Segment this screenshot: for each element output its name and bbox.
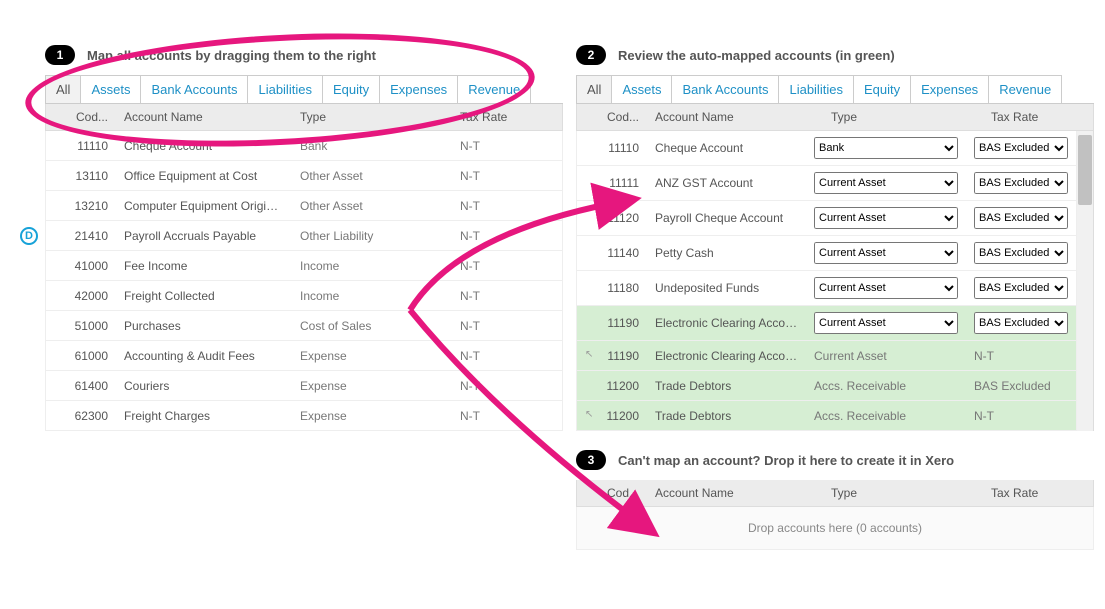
type-select[interactable]: Current AssetBankCurrent AssetNon-Curren… [814,312,958,334]
col-tax: Tax Rate [452,104,562,130]
row-marker: D [20,227,38,245]
tab-bank-accounts[interactable]: Bank Accounts [671,75,779,103]
cell-tax: BAS ExcludedN-T [966,201,1076,235]
type-select[interactable]: Current AssetBankCurrent AssetNon-Curren… [814,172,958,194]
cell-name: Cheque Account [116,133,292,159]
cell-type: BankBankCurrent AssetNon-Current AssetAc… [806,131,966,165]
tab-revenue[interactable]: Revenue [988,75,1062,103]
cell-code: 41000 [46,253,116,279]
scroll-thumb[interactable] [1078,135,1092,205]
cell-type: Current AssetBankCurrent AssetNon-Curren… [806,201,966,235]
tab-revenue[interactable]: Revenue [457,75,531,103]
cell-tax: BAS ExcludedN-T [966,166,1076,200]
tab-all[interactable]: All [45,75,81,103]
col-name: Account Name [116,104,292,130]
cell-type: Current AssetBankCurrent AssetNon-Curren… [806,271,966,305]
cell-type: Accs. Receivable [806,373,966,399]
col-code: Cod... [46,104,116,130]
cell-code: 13110 [46,163,116,189]
tab-equity[interactable]: Equity [853,75,911,103]
col-code: Cod... [577,104,647,130]
col-name: Account Name [647,104,823,130]
type-select[interactable]: Current AssetBankCurrent AssetNon-Curren… [814,242,958,264]
cell-code: 21410 [46,223,116,249]
cell-type: Accs. Receivable [806,403,966,429]
cell-code: 61000 [46,343,116,369]
cell-name: Accounting & Audit Fees [116,343,292,369]
tab-bank-accounts[interactable]: Bank Accounts [140,75,248,103]
cell-name: Computer Equipment Original Co [116,193,292,219]
tab-liabilities[interactable]: Liabilities [778,75,853,103]
type-select[interactable]: Current AssetBankCurrent AssetNon-Curren… [814,277,958,299]
cell-type: Current Asset [806,343,966,369]
cell-tax: N-T [966,343,1076,369]
left-column-headers: Cod... Account Name Type Tax Rate [45,104,563,131]
table-row[interactable]: 11110Cheque Account BankBankCurrent Asset… [577,131,1076,166]
col-type: Type [823,480,983,506]
cell-name: Freight Charges [116,403,292,429]
cell-name: Freight Collected [116,283,292,309]
cell-type: Current AssetBankCurrent AssetNon-Curren… [806,166,966,200]
col-tax: Tax Rate [983,480,1093,506]
cell-code: 42000 [46,283,116,309]
cell-name: Office Equipment at Cost [116,163,292,189]
cell-type: Current AssetBankCurrent AssetNon-Curren… [806,236,966,270]
table-row[interactable]: 13110Office Equipment at CostOther Asset… [46,161,562,191]
cell-name: Payroll Accruals Payable [116,223,292,249]
cell-code: 61400 [46,373,116,399]
cell-type: Other Asset [292,163,452,189]
right-column-headers: Cod... Account Name Type Tax Rate [576,104,1094,131]
cell-tax: N-T [452,163,562,189]
cell-tax: N-T [966,403,1076,429]
col-type: Type [292,104,452,130]
tax-select[interactable]: BAS ExcludedN-T [974,172,1068,194]
tab-expenses[interactable]: Expenses [379,75,458,103]
cell-name: Fee Income [116,253,292,279]
cell-name: Cheque Account [647,135,806,161]
tab-expenses[interactable]: Expenses [910,75,989,103]
right-title: Review the auto-mapped accounts (in gree… [618,48,895,63]
right-tabs: AllAssetsBank AccountsLiabilitiesEquityE… [576,75,1094,104]
left-tabs: AllAssetsBank AccountsLiabilitiesEquityE… [45,75,563,104]
step-badge-1: 1 [45,45,75,65]
tax-select[interactable]: BAS ExcludedN-T [974,207,1068,229]
cell-tax: BAS ExcludedN-T [966,236,1076,270]
type-select[interactable]: Current AssetBankCurrent AssetNon-Curren… [814,207,958,229]
tab-assets[interactable]: Assets [611,75,672,103]
tax-select[interactable]: BAS ExcludedN-T [974,277,1068,299]
tab-equity[interactable]: Equity [322,75,380,103]
tax-select[interactable]: BAS ExcludedN-T [974,312,1068,334]
cell-name: Payroll Cheque Account [647,205,806,231]
step-badge-2: 2 [576,45,606,65]
cell-tax: BAS ExcludedN-T [966,131,1076,165]
tab-assets[interactable]: Assets [80,75,141,103]
cell-name: Couriers [116,373,292,399]
scrollbar[interactable] [1077,131,1093,431]
cell-type: Bank [292,133,452,159]
tab-liabilities[interactable]: Liabilities [247,75,322,103]
cell-name: ANZ GST Account [647,170,806,196]
annotation-arrow-2 [400,300,680,550]
cell-name: Petty Cash [647,240,806,266]
cell-tax: BAS ExcludedN-T [966,306,1076,340]
left-title: Map all accounts by dragging them to the… [87,48,376,63]
table-row[interactable]: 11110Cheque AccountBankN-T [46,131,562,161]
cell-code: 62300 [46,403,116,429]
cell-tax: BAS Excluded [966,373,1076,399]
tab-all[interactable]: All [576,75,612,103]
col-tax: Tax Rate [983,104,1093,130]
cell-code: 11110 [577,135,647,161]
tax-select[interactable]: BAS ExcludedN-T [974,242,1068,264]
cell-code: 51000 [46,313,116,339]
cell-tax: BAS ExcludedN-T [966,271,1076,305]
cell-tax: N-T [452,133,562,159]
tax-select[interactable]: BAS ExcludedN-T [974,137,1068,159]
cell-name: Undeposited Funds [647,275,806,301]
cell-name: Purchases [116,313,292,339]
cell-code: 11110 [46,133,116,159]
col-type: Type [823,104,983,130]
type-select[interactable]: BankBankCurrent AssetNon-Current AssetAc… [814,137,958,159]
cell-code: 13210 [46,193,116,219]
cell-type: Current AssetBankCurrent AssetNon-Curren… [806,306,966,340]
